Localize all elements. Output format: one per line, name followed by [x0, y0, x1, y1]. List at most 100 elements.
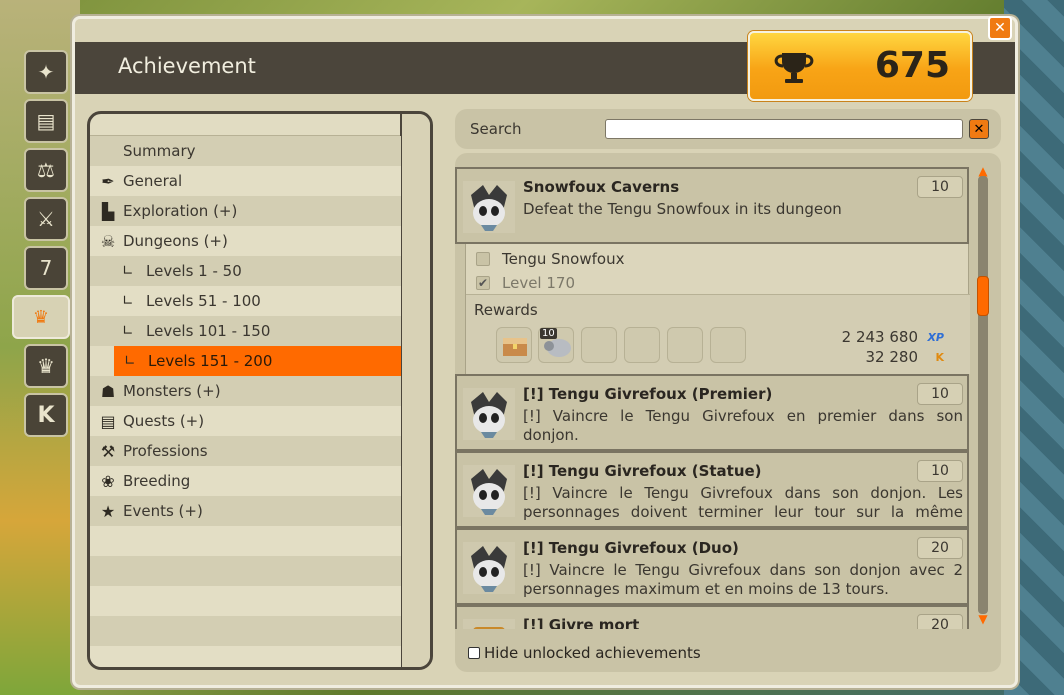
reward-xp-value: 2 243 680: [841, 328, 918, 346]
window-title: Achievement: [118, 54, 256, 78]
list-scrollbar[interactable]: ▲ ▼: [975, 165, 991, 625]
category-label: General: [123, 172, 183, 190]
trophy-portrait-icon: [463, 619, 515, 629]
category-item[interactable]: ∟ Levels 1 - 50: [90, 256, 401, 286]
k-icon: K: [37, 402, 55, 428]
scroll-track[interactable]: [978, 176, 988, 614]
checkmark-icon: ✔: [476, 276, 490, 290]
category-item[interactable]: ∟ Levels 51 - 100: [90, 286, 401, 316]
trophy-icon: ♛: [32, 306, 50, 328]
achievement-details: Tengu Snowfoux ✔ Level 170 Rewards 10 2 …: [465, 244, 970, 374]
achievement-list-panel: Snowfoux Caverns Defeat the Tengu Snowfo…: [455, 153, 1001, 672]
achievement-list: Snowfoux Caverns Defeat the Tengu Snowfo…: [455, 167, 971, 629]
subitem-icon: ∟: [122, 263, 134, 279]
category-item[interactable]: ▤ Quests (+): [90, 406, 401, 436]
reward-item-slot[interactable]: [496, 327, 532, 363]
achievement-name: [!] Tengu Givrefoux (Statue): [523, 462, 762, 480]
category-label: Professions: [123, 442, 208, 460]
reward-item-slot: [667, 327, 703, 363]
category-empty-row: [90, 616, 401, 646]
tab-guild[interactable]: ♛: [24, 344, 68, 388]
achievement-points-badge: 10: [917, 460, 963, 482]
tab-spells[interactable]: ✦: [24, 50, 68, 94]
category-label: Exploration (+): [123, 202, 238, 220]
category-item[interactable]: ▙ Exploration (+): [90, 196, 401, 226]
crown-icon: ♛: [37, 354, 55, 378]
category-empty-row: [90, 646, 401, 667]
search-clear-button[interactable]: ✕: [969, 119, 989, 139]
category-panel: Summary ✒ General ▙ Exploration (+) ☠ Dungeons…: [87, 111, 433, 670]
tab-alignment[interactable]: ⚖: [24, 148, 68, 192]
achievement-name: [!] Tengu Givrefoux (Premier): [523, 385, 773, 403]
monster-icon: ☗: [100, 381, 116, 401]
category-label: Levels 151 - 200: [148, 352, 273, 370]
reward-item-slot: [624, 327, 660, 363]
achievement-description: [!] Vaincre le Tengu Givrefoux en premie…: [523, 407, 963, 444]
achievement-name: Snowfoux Caverns: [523, 178, 680, 196]
scroll-down-arrow-icon[interactable]: ▼: [976, 613, 990, 625]
scroll-icon: ▤: [100, 411, 116, 431]
close-button[interactable]: ✕: [988, 16, 1012, 40]
category-item[interactable]: Summary: [90, 136, 401, 166]
skull-horns-icon: ☠: [100, 231, 116, 251]
achievement-item[interactable]: Snowfoux Caverns Defeat the Tengu Snowfo…: [455, 167, 969, 244]
search-bar: Search ✕: [455, 109, 1001, 149]
quill-icon: ✒: [101, 171, 115, 191]
achievement-description: Defeat the Tengu Snowfoux in its dungeon: [523, 200, 842, 218]
achievement-item[interactable]: [!] Tengu Givrefoux (Statue) [!] Vaincre…: [455, 451, 969, 528]
reward-item-slot[interactable]: 10: [538, 327, 574, 363]
category-item[interactable]: ★ Events (+): [90, 496, 401, 526]
achievement-name: [!] Givre mort: [523, 616, 640, 629]
kamas-icon: K: [935, 351, 944, 364]
hammer-icon: ⚒: [100, 441, 116, 461]
book-icon: ▤: [36, 109, 56, 133]
reward-item-count: 10: [540, 328, 557, 339]
category-label: Monsters (+): [123, 382, 221, 400]
category-item[interactable]: ∟ Levels 151 - 200: [114, 346, 401, 376]
search-label: Search: [470, 120, 522, 138]
achievement-item[interactable]: [!] Tengu Givrefoux (Premier) [!] Vaincr…: [455, 374, 969, 451]
achievement-name: [!] Tengu Givrefoux (Duo): [523, 539, 739, 557]
category-list: Summary ✒ General ▙ Exploration (+) ☠ Dungeons…: [90, 136, 430, 667]
spell-icon: ✦: [37, 60, 55, 84]
search-input[interactable]: [605, 119, 963, 139]
category-label: Breeding: [123, 472, 191, 490]
tengu-portrait-icon: [463, 542, 515, 594]
objective-label: Level 170: [502, 274, 575, 292]
scroll-thumb[interactable]: [977, 275, 989, 316]
category-label: Events (+): [123, 502, 203, 520]
objective-checkbox: [476, 252, 490, 266]
tab-jobs[interactable]: ⚔: [24, 197, 68, 241]
hide-unlocked-toggle[interactable]: Hide unlocked achievements: [468, 644, 701, 662]
category-item[interactable]: ✒ General: [90, 166, 401, 196]
tab-calendar[interactable]: 7: [24, 246, 68, 290]
achievement-item[interactable]: [!] Tengu Givrefoux (Duo) [!] Vaincre le…: [455, 528, 969, 605]
achievement-description: [!] Vaincre le Tengu Givrefoux dans son …: [523, 484, 963, 521]
reward-item-slot: [710, 327, 746, 363]
subitem-icon: ∟: [122, 323, 134, 339]
category-item[interactable]: ❀ Breeding: [90, 466, 401, 496]
tab-achievements[interactable]: ♛: [12, 295, 70, 339]
star-icon: ★: [100, 501, 116, 521]
scroll-up-arrow-icon[interactable]: ▲: [976, 165, 990, 177]
hide-unlocked-checkbox[interactable]: [468, 647, 480, 659]
close-icon: ✕: [994, 20, 1006, 36]
tab-krosmaster[interactable]: K: [24, 393, 68, 437]
rewards-label: Rewards: [474, 301, 538, 319]
calendar-icon: 7: [39, 256, 53, 280]
category-item[interactable]: ⚒ Professions: [90, 436, 401, 466]
tab-inventory[interactable]: ▤: [24, 99, 68, 143]
category-panel-header: [90, 114, 430, 136]
reward-kamas-value: 32 280: [865, 348, 919, 366]
category-item[interactable]: ☠ Dungeons (+): [90, 226, 401, 256]
achievement-points-badge: 10: [917, 176, 963, 198]
category-item[interactable]: ☗ Monsters (+): [90, 376, 401, 406]
category-empty-row: [90, 556, 401, 586]
category-item[interactable]: ∟ Levels 101 - 150: [90, 316, 401, 346]
objective-item: Tengu Snowfoux: [476, 250, 624, 268]
achievement-item[interactable]: [!] Givre mort 20: [455, 605, 969, 629]
achievement-points-badge: 20: [917, 614, 963, 629]
achievement-points-value: 675: [874, 45, 950, 86]
objective-item: ✔ Level 170: [476, 274, 575, 292]
tengu-portrait-icon: [463, 465, 515, 517]
